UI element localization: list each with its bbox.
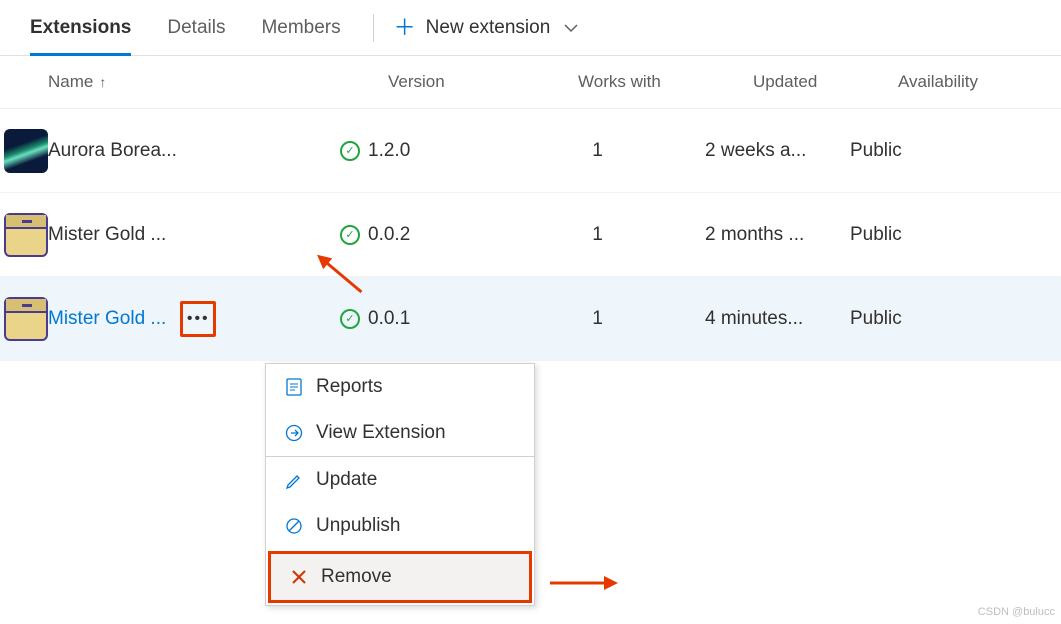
context-menu: Reports View Extension Update Unpublish … [265,363,535,606]
column-version[interactable]: Version [388,72,578,92]
works-with-cell: 1 [530,308,705,330]
version-text: 0.0.1 [368,308,410,330]
tab-members[interactable]: Members [243,1,358,55]
tab-extensions[interactable]: Extensions [12,1,149,55]
extension-thumbnail [4,129,48,173]
version-cell: ✓ 0.0.1 [340,308,530,330]
table-header: Name ↑ Version Works with Updated Availa… [0,56,1061,109]
table-row[interactable]: Aurora Borea... ✓ 1.2.0 1 2 weeks a... P… [0,109,1061,193]
menu-remove[interactable]: Remove [268,551,532,603]
plus-icon: ＋ [394,17,416,39]
block-icon [284,517,304,535]
menu-reports[interactable]: Reports [266,364,534,410]
new-extension-button[interactable]: ＋ New extension [388,9,585,47]
menu-remove-label: Remove [321,566,392,588]
column-name[interactable]: Name ↑ [48,72,388,92]
new-extension-label: New extension [426,17,551,39]
status-ok-icon: ✓ [340,225,360,245]
chevron-down-icon [564,17,578,39]
menu-view-extension[interactable]: View Extension [266,410,534,456]
availability-cell: Public [850,140,1061,162]
tab-details[interactable]: Details [149,1,243,55]
tab-divider [373,14,374,42]
tab-bar: Extensions Details Members ＋ New extensi… [0,0,1061,56]
sort-ascending-icon: ↑ [99,74,106,90]
column-updated[interactable]: Updated [753,72,898,92]
updated-cell: 2 weeks a... [705,140,850,162]
watermark: CSDN @bulucc [978,606,1055,618]
annotation-arrow [548,568,618,598]
extension-name[interactable]: Mister Gold ... [48,308,166,330]
version-text: 1.2.0 [368,140,410,162]
menu-view-label: View Extension [316,422,446,444]
extension-thumbnail [4,297,48,341]
extension-name-cell: Mister Gold ... [48,224,340,246]
extension-thumbnail [4,213,48,257]
menu-unpublish-label: Unpublish [316,515,401,537]
table-row[interactable]: Mister Gold ... ✓ 0.0.2 1 2 months ... P… [0,193,1061,277]
availability-cell: Public [850,308,1061,330]
works-with-cell: 1 [530,140,705,162]
more-actions-button[interactable]: ••• [180,301,216,337]
version-cell: ✓ 1.2.0 [340,140,530,162]
document-icon [284,378,304,396]
menu-unpublish[interactable]: Unpublish [266,503,534,549]
availability-cell: Public [850,224,1061,246]
extension-name[interactable]: Mister Gold ... [48,224,166,246]
menu-reports-label: Reports [316,376,383,398]
menu-update[interactable]: Update [266,457,534,503]
close-icon [289,569,309,585]
menu-update-label: Update [316,469,377,491]
updated-cell: 2 months ... [705,224,850,246]
arrow-circle-icon [284,424,304,442]
extension-name[interactable]: Aurora Borea... [48,140,177,162]
column-availability[interactable]: Availability [898,72,1061,92]
pencil-icon [284,471,304,489]
version-text: 0.0.2 [368,224,410,246]
status-ok-icon: ✓ [340,141,360,161]
column-works-with[interactable]: Works with [578,72,753,92]
status-ok-icon: ✓ [340,309,360,329]
works-with-cell: 1 [530,224,705,246]
updated-cell: 4 minutes... [705,308,850,330]
column-name-label: Name [48,72,93,92]
extension-name-cell: Mister Gold ... ••• [48,301,340,337]
extension-name-cell: Aurora Borea... [48,140,340,162]
version-cell: ✓ 0.0.2 [340,224,530,246]
table-row[interactable]: Mister Gold ... ••• ✓ 0.0.1 1 4 minutes.… [0,277,1061,361]
